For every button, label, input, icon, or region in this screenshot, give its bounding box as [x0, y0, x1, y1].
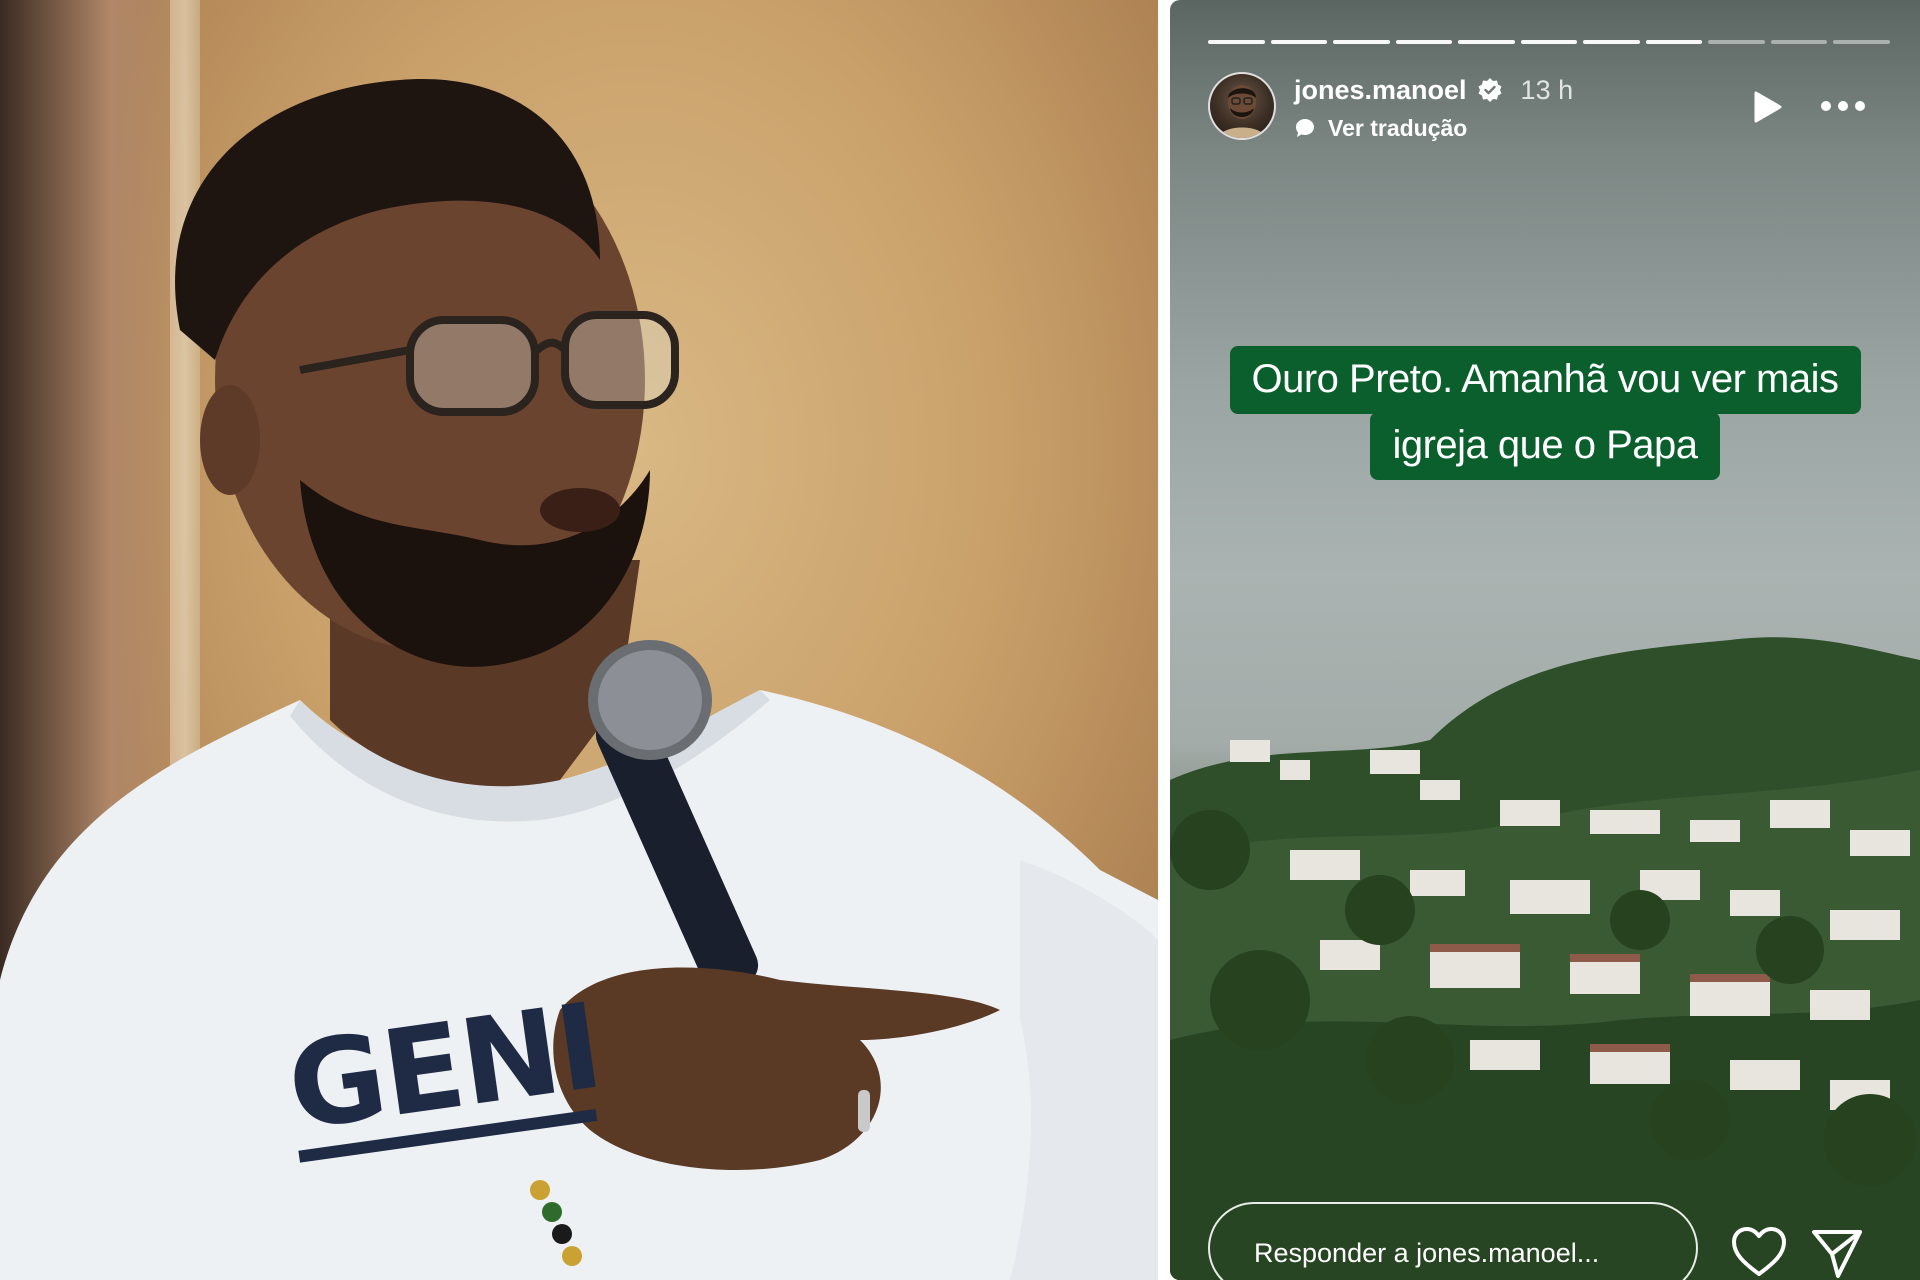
story-caption: Ouro Preto. Amanhã vou ver mais igreja q…	[1170, 346, 1920, 480]
speaker-photo: GENI	[0, 0, 1158, 1280]
story-progress-bar	[1208, 40, 1891, 44]
reply-placeholder: Responder a jones.manoel...	[1254, 1238, 1600, 1268]
story-header: jones.manoel 13 h Ver tradução	[1208, 70, 1890, 142]
heart-icon[interactable]	[1730, 1226, 1788, 1278]
translate-row[interactable]: Ver tradução	[1294, 114, 1467, 142]
progress-segment	[1708, 40, 1765, 44]
story-timestamp: 13 h	[1520, 74, 1574, 105]
panel-divider	[1158, 0, 1170, 1280]
username-row: jones.manoel 13 h	[1294, 74, 1573, 106]
progress-segment	[1458, 40, 1515, 44]
progress-segment	[1583, 40, 1640, 44]
progress-segment	[1208, 40, 1265, 44]
progress-segment	[1520, 40, 1578, 44]
progress-segment	[1833, 40, 1891, 44]
progress-segment	[1333, 40, 1390, 44]
instagram-story: jones.manoel 13 h Ver tradução Ouro Pret…	[1170, 0, 1920, 1280]
more-icon[interactable]	[1818, 96, 1868, 116]
reply-input[interactable]: Responder a jones.manoel...	[1208, 1202, 1698, 1280]
send-icon[interactable]	[1810, 1226, 1864, 1280]
play-icon[interactable]	[1748, 88, 1786, 126]
username-link[interactable]: jones.manoel	[1294, 75, 1467, 106]
caption-line-1: Ouro Preto. Amanhã vou ver mais	[1229, 346, 1861, 414]
progress-segment	[1645, 40, 1703, 44]
translate-icon	[1296, 119, 1314, 137]
progress-segment	[1395, 40, 1453, 44]
progress-segment	[1270, 40, 1328, 44]
progress-segment	[1770, 40, 1828, 44]
caption-line-2: igreja que o Papa	[1370, 412, 1720, 480]
avatar[interactable]	[1208, 72, 1276, 140]
translate-label[interactable]: Ver tradução	[1328, 115, 1467, 142]
landscape-hillside	[1170, 637, 1920, 1280]
verified-icon	[1478, 78, 1502, 102]
